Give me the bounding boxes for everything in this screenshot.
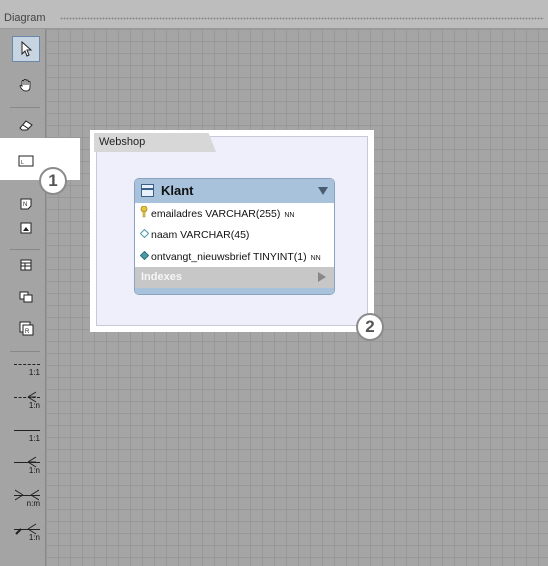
callout-2: 2 bbox=[356, 313, 384, 341]
relationship-1-1-nonidentifying[interactable]: 1:1 bbox=[12, 356, 42, 382]
table-tool-button[interactable] bbox=[12, 252, 40, 278]
eraser-tool-button[interactable] bbox=[12, 112, 40, 138]
svg-text:R: R bbox=[25, 329, 30, 335]
layer-tab: Webshop bbox=[94, 133, 216, 152]
diagram-titlebar: Diagram bbox=[0, 0, 548, 29]
pointer-icon bbox=[21, 41, 33, 57]
table-column-row[interactable]: naam VARCHAR(45) bbox=[135, 224, 334, 246]
table-klant[interactable]: Klant emailadres VARCHAR(255) NN naam VAR… bbox=[134, 178, 335, 295]
relationship-1-n-nonidentifying[interactable]: 1:n bbox=[12, 389, 42, 415]
not-null-column-icon bbox=[139, 250, 150, 264]
not-null-flag: NN bbox=[284, 212, 295, 219]
hand-tool-button[interactable] bbox=[12, 72, 40, 98]
table-column-row[interactable]: ontvangt_nieuwsbrief TINYINT(1) NN bbox=[135, 246, 334, 268]
callout-1: 1 bbox=[39, 167, 67, 195]
collapse-arrow-icon[interactable] bbox=[318, 187, 328, 195]
indexes-label: Indexes bbox=[141, 271, 182, 283]
diagram-toolbar: N R 1:1 1:n 1:1 1:n n:m 1:n bbox=[0, 29, 46, 566]
image-tool-button[interactable] bbox=[12, 215, 40, 241]
relationship-label: 1:n bbox=[28, 466, 40, 475]
relationship-label: 1:1 bbox=[28, 434, 40, 443]
toolbar-separator bbox=[10, 249, 40, 250]
nullable-column-icon bbox=[139, 228, 150, 242]
layer-icon: L bbox=[18, 155, 34, 167]
text-tool-button[interactable]: N bbox=[12, 191, 40, 217]
relationship-label: 1:n bbox=[28, 533, 40, 542]
table-column-row[interactable]: emailadres VARCHAR(255) NN bbox=[135, 203, 334, 225]
view-tool-button[interactable] bbox=[12, 284, 40, 310]
svg-text:N: N bbox=[23, 202, 27, 208]
column-definition: naam VARCHAR(45) bbox=[151, 229, 253, 241]
layer-name: Webshop bbox=[99, 136, 146, 148]
toolbar-separator bbox=[10, 351, 40, 352]
column-text: ontvangt_nieuwsbrief TINYINT(1) bbox=[151, 251, 307, 263]
svg-text:L: L bbox=[21, 160, 24, 166]
titlebar-grip[interactable] bbox=[60, 17, 544, 20]
relationship-n-m[interactable]: n:m bbox=[12, 487, 42, 513]
column-definition: emailadres VARCHAR(255) NN bbox=[151, 208, 294, 220]
relationship-line bbox=[14, 364, 40, 365]
relationship-1-n-existing-columns[interactable]: 1:n bbox=[12, 521, 42, 547]
primary-key-icon bbox=[140, 205, 148, 224]
indexes-section[interactable]: Indexes bbox=[135, 267, 334, 288]
expand-arrow-icon[interactable] bbox=[318, 272, 326, 282]
view-icon bbox=[19, 291, 33, 303]
relationship-line bbox=[14, 430, 40, 431]
relationship-label: 1:n bbox=[28, 401, 40, 410]
column-text: emailadres VARCHAR(255) bbox=[151, 208, 281, 220]
relationship-label: n:m bbox=[26, 499, 40, 508]
note-icon: N bbox=[20, 198, 32, 210]
layer-tool-button[interactable]: L bbox=[12, 150, 40, 172]
eraser-icon bbox=[19, 120, 33, 131]
table-icon bbox=[20, 259, 32, 271]
relationship-1-n-identifying[interactable]: 1:n bbox=[12, 454, 42, 480]
relationship-1-1-identifying[interactable]: 1:1 bbox=[12, 422, 42, 448]
column-text: naam VARCHAR(45) bbox=[151, 229, 250, 241]
relationship-label: 1:1 bbox=[28, 368, 40, 377]
column-definition: ontvangt_nieuwsbrief TINYINT(1) NN bbox=[151, 251, 321, 263]
table-footer bbox=[135, 288, 334, 294]
routine-group-tool-button[interactable]: R bbox=[12, 315, 40, 341]
diagram-title: Diagram bbox=[4, 12, 46, 24]
toolbar-separator bbox=[10, 107, 40, 108]
routine-group-icon: R bbox=[19, 321, 34, 336]
hand-icon bbox=[19, 79, 31, 92]
not-null-flag: NN bbox=[310, 255, 321, 262]
table-icon bbox=[141, 184, 154, 197]
table-name: Klant bbox=[161, 183, 194, 198]
table-header: Klant bbox=[135, 179, 334, 203]
select-tool-button[interactable] bbox=[12, 36, 40, 62]
image-icon bbox=[20, 222, 32, 234]
